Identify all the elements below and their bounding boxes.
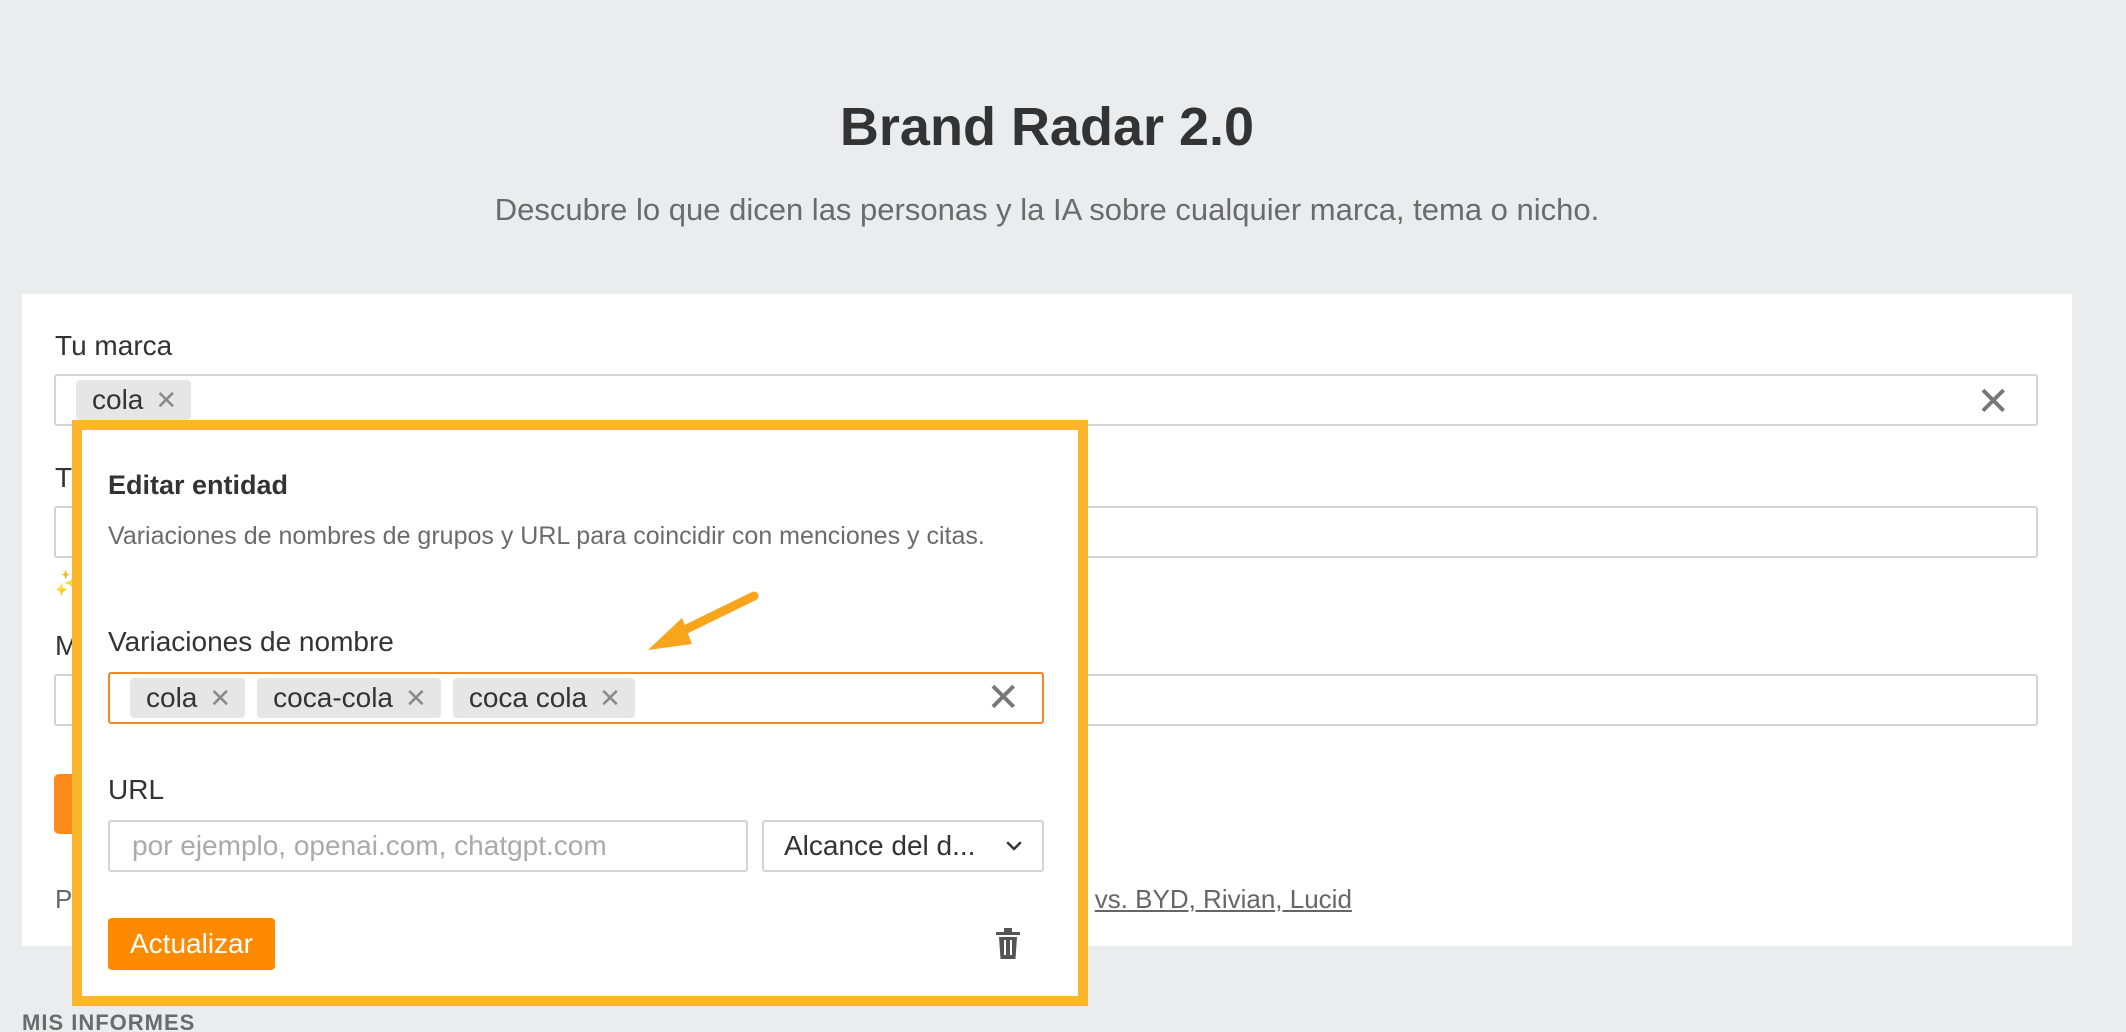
- close-icon[interactable]: ✕: [599, 683, 621, 714]
- name-chip-label: cola: [146, 682, 198, 713]
- arrow-annotation-icon: [648, 591, 759, 650]
- name-chip[interactable]: coca-cola ✕: [257, 678, 441, 718]
- example-link[interactable]: vs. BYD, Rivian, Lucid: [1095, 884, 1352, 914]
- brand-label: Tu marca: [55, 330, 173, 361]
- name-chip-label: coca-cola: [273, 682, 394, 713]
- page-title: Brand Radar 2.0: [839, 97, 1255, 157]
- url-placeholder: por ejemplo, openai.com, chatgpt.com: [132, 830, 607, 861]
- name-chip[interactable]: cola ✕: [130, 678, 246, 718]
- trash-icon[interactable]: [994, 928, 1022, 960]
- page-subtitle: Descubre lo que dicen las personas y la …: [494, 192, 1600, 227]
- name-chip-label: coca cola: [468, 682, 588, 713]
- name-chip[interactable]: coca cola ✕: [452, 678, 635, 718]
- example-prefix: P: [55, 884, 73, 914]
- brand-chip-label: cola: [92, 384, 144, 415]
- name-variations-label: Variaciones de nombre: [108, 626, 394, 657]
- chevron-down-icon: [1006, 841, 1022, 851]
- update-button[interactable]: Actualizar: [108, 918, 275, 970]
- close-icon[interactable]: ✕: [986, 678, 1020, 718]
- edit-entity-popup: Editar entidad Variaciones de nombres de…: [72, 420, 1088, 1006]
- scope-select-value: Alcance del d...: [784, 830, 976, 861]
- popup-title: Editar entidad: [108, 470, 289, 500]
- name-variations-input[interactable]: cola ✕ coca-cola ✕ coca cola ✕ ✕: [108, 672, 1044, 724]
- brand-input[interactable]: cola ✕ ✕: [54, 374, 2038, 426]
- close-icon[interactable]: ✕: [155, 385, 177, 416]
- close-icon[interactable]: ✕: [209, 683, 231, 714]
- close-icon[interactable]: ✕: [405, 683, 427, 714]
- url-label: URL: [108, 774, 165, 805]
- my-reports-heading: MIS INFORMES: [22, 1010, 196, 1032]
- close-icon[interactable]: ✕: [1976, 382, 2010, 422]
- scope-select[interactable]: Alcance del d...: [762, 820, 1044, 872]
- page: Brand Radar 2.0 Descubre lo que dicen la…: [0, 0, 2126, 1032]
- popup-description: Variaciones de nombres de grupos y URL p…: [108, 522, 985, 550]
- brand-chip[interactable]: cola ✕: [76, 380, 192, 420]
- url-input[interactable]: por ejemplo, openai.com, chatgpt.com: [108, 820, 748, 872]
